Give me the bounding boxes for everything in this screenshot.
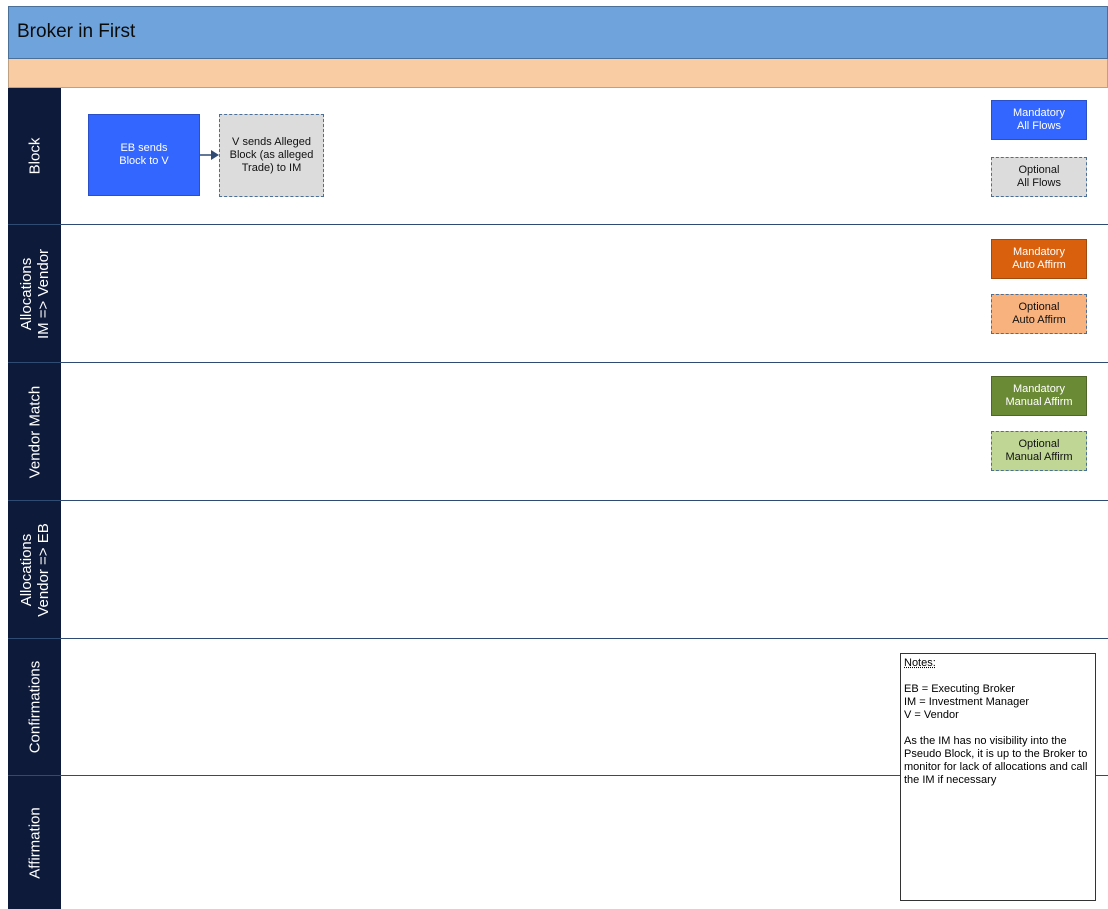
- lane-header: Allocations IM => Vendor: [8, 225, 61, 362]
- legend-optional-auto-affirm: Optional Auto Affirm: [991, 294, 1087, 334]
- lane-label-confirmations: Confirmations: [26, 660, 43, 754]
- lane-header: Allocations Vendor => EB: [8, 501, 61, 638]
- notes-heading: Notes:: [904, 657, 936, 669]
- lane-header: Vendor Match: [8, 363, 61, 500]
- lane-allocations-vendor-eb: Allocations Vendor => EB: [8, 501, 1108, 639]
- lane-label-affirmation: Affirmation: [26, 806, 43, 879]
- lane-vendor-match: Vendor Match Mandatory Manual Affirm Opt…: [8, 363, 1108, 501]
- lane-block: Block EB sends Block to V V sends Allege…: [8, 88, 1108, 225]
- lane-header: Block: [8, 88, 61, 224]
- notes-line-im: IM = Investment Manager: [904, 696, 1030, 708]
- header-subband: [8, 59, 1108, 88]
- legend-optional-manual-affirm: Optional Manual Affirm: [991, 431, 1087, 471]
- lane-header: Affirmation: [8, 776, 61, 909]
- eb-sends-block-box: EB sends Block to V: [88, 114, 200, 196]
- lane-divider-extension: [1096, 775, 1108, 776]
- lane-label-vendor-match: Vendor Match: [26, 385, 43, 478]
- arrow-connector: [200, 150, 219, 160]
- legend-mandatory-manual-affirm: Mandatory Manual Affirm: [991, 376, 1087, 416]
- lane-allocations-im-vendor: Allocations IM => Vendor Mandatory Auto …: [8, 225, 1108, 363]
- notes-box: Notes: EB = Executing Broker IM = Invest…: [900, 653, 1096, 901]
- lane-label-allocations-im-vendor: Allocations IM => Vendor: [17, 248, 52, 339]
- legend-mandatory-all-flows: Mandatory All Flows: [991, 100, 1087, 140]
- lane-label-allocations-vendor-eb: Allocations Vendor => EB: [17, 522, 52, 617]
- legend-mandatory-auto-affirm: Mandatory Auto Affirm: [991, 239, 1087, 279]
- v-sends-alleged-box: V sends Alleged Block (as alleged Trade)…: [219, 114, 324, 197]
- notes-line-v: V = Vendor: [904, 709, 959, 721]
- diagram-title-bar: Broker in First: [8, 6, 1108, 59]
- lane-header: Confirmations: [8, 639, 61, 775]
- notes-paragraph: As the IM has no visibility into the Pse…: [904, 735, 1088, 786]
- lane-label-block: Block: [26, 137, 43, 175]
- diagram-title: Broker in First: [17, 21, 136, 42]
- notes-line-eb: EB = Executing Broker: [904, 683, 1015, 695]
- legend-optional-all-flows: Optional All Flows: [991, 157, 1087, 197]
